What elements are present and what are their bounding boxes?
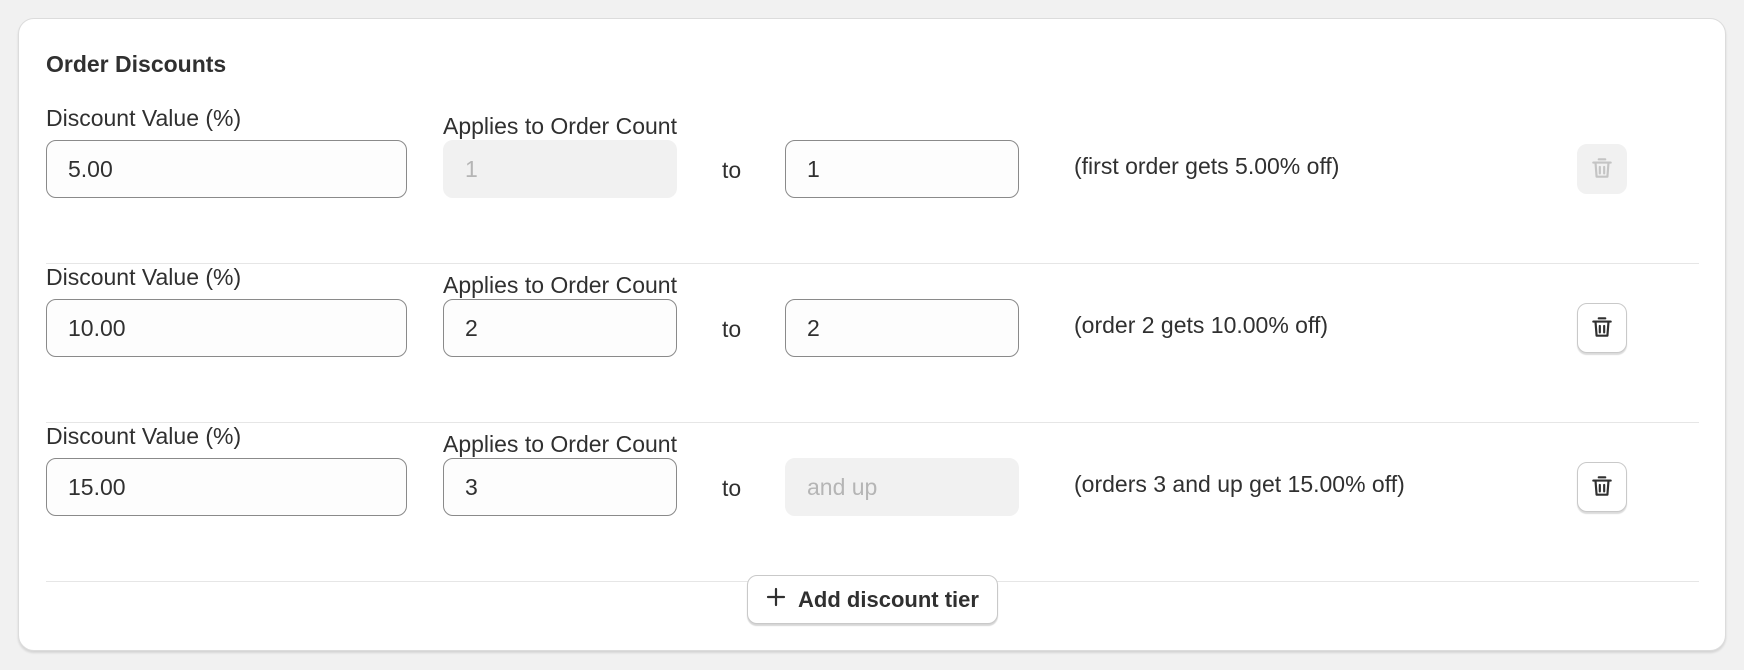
range-separator: to bbox=[722, 475, 742, 501]
discount-value-input[interactable] bbox=[46, 458, 407, 516]
order-discounts-card: Order Discounts Discount Value (%) Appli… bbox=[18, 18, 1726, 651]
order-count-label: Applies to Order Count bbox=[443, 431, 677, 457]
trash-icon bbox=[1589, 473, 1615, 502]
discount-value-label: Discount Value (%) bbox=[46, 423, 242, 449]
section-title: Order Discounts bbox=[46, 51, 227, 77]
delete-tier-button[interactable] bbox=[1577, 303, 1627, 353]
plus-icon bbox=[766, 587, 786, 613]
range-separator: to bbox=[722, 316, 742, 342]
order-count-from-input[interactable] bbox=[443, 299, 677, 357]
discount-value-input[interactable] bbox=[46, 140, 407, 198]
order-count-from-input bbox=[443, 140, 677, 198]
discount-value-input[interactable] bbox=[46, 299, 407, 357]
order-count-to-input[interactable] bbox=[785, 140, 1019, 198]
discount-tier-2: Discount Value (%) Applies to Order Coun… bbox=[46, 264, 1699, 423]
add-discount-tier-label: Add discount tier bbox=[798, 586, 979, 612]
tier-summary: (orders 3 and up get 15.00% off) bbox=[1074, 471, 1405, 497]
discount-tier-3: Discount Value (%) Applies to Order Coun… bbox=[46, 423, 1699, 582]
discount-value-label: Discount Value (%) bbox=[46, 264, 242, 290]
order-count-to-input[interactable] bbox=[785, 299, 1019, 357]
trash-icon bbox=[1589, 155, 1615, 184]
order-count-from-input[interactable] bbox=[443, 458, 677, 516]
discount-value-label: Discount Value (%) bbox=[46, 105, 242, 131]
delete-tier-button bbox=[1577, 144, 1627, 194]
discount-tier-1: Discount Value (%) Applies to Order Coun… bbox=[46, 105, 1699, 264]
order-count-label: Applies to Order Count bbox=[443, 272, 677, 298]
tier-summary: (order 2 gets 10.00% off) bbox=[1074, 312, 1328, 338]
trash-icon bbox=[1589, 314, 1615, 343]
order-count-label: Applies to Order Count bbox=[443, 113, 677, 139]
delete-tier-button[interactable] bbox=[1577, 462, 1627, 512]
add-discount-tier-button[interactable]: Add discount tier bbox=[747, 575, 998, 624]
order-count-to-input bbox=[785, 458, 1019, 516]
range-separator: to bbox=[722, 157, 742, 183]
tier-summary: (first order gets 5.00% off) bbox=[1074, 153, 1340, 179]
